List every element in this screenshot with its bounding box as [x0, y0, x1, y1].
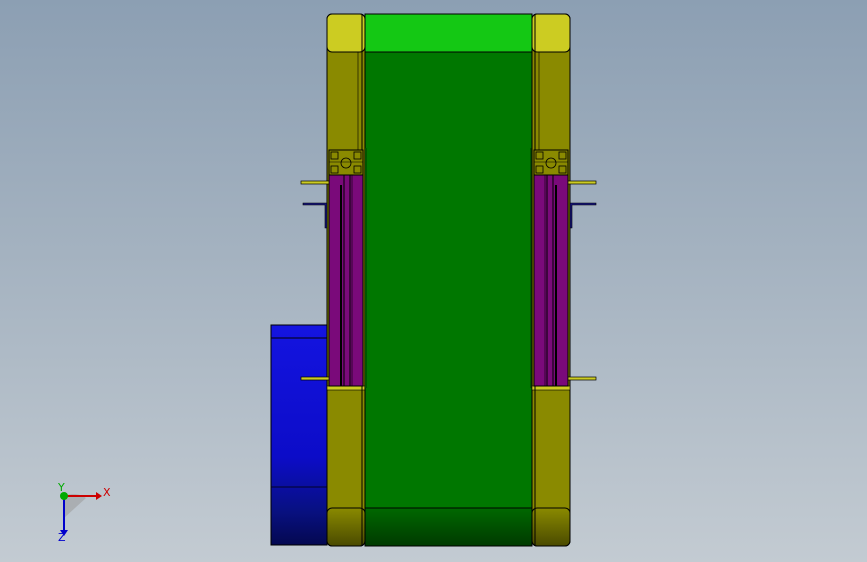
right-bearing-block[interactable] — [533, 149, 569, 176]
y-axis-label: Y — [58, 481, 65, 494]
orientation-triad: X Y Z — [44, 478, 124, 548]
right-bracket — [569, 202, 597, 229]
right-mounting-tab-upper — [567, 180, 597, 185]
right-guide-plate[interactable] — [533, 174, 569, 387]
motor-housing[interactable] — [270, 324, 328, 546]
conveyor-roller[interactable] — [364, 13, 533, 547]
graphics-viewport[interactable]: X Y Z — [0, 0, 867, 562]
left-mounting-tab-upper — [300, 180, 330, 185]
left-bracket — [302, 202, 328, 229]
x-axis-label: X — [103, 486, 111, 499]
z-axis-label: Z — [58, 531, 66, 544]
left-guide-plate[interactable] — [328, 174, 364, 387]
left-bearing-block[interactable] — [328, 149, 364, 176]
triad-axes-icon — [60, 492, 102, 536]
cad-model-view[interactable] — [0, 0, 867, 562]
right-mounting-tab-lower — [567, 376, 597, 381]
left-mounting-tab-lower — [300, 376, 330, 381]
